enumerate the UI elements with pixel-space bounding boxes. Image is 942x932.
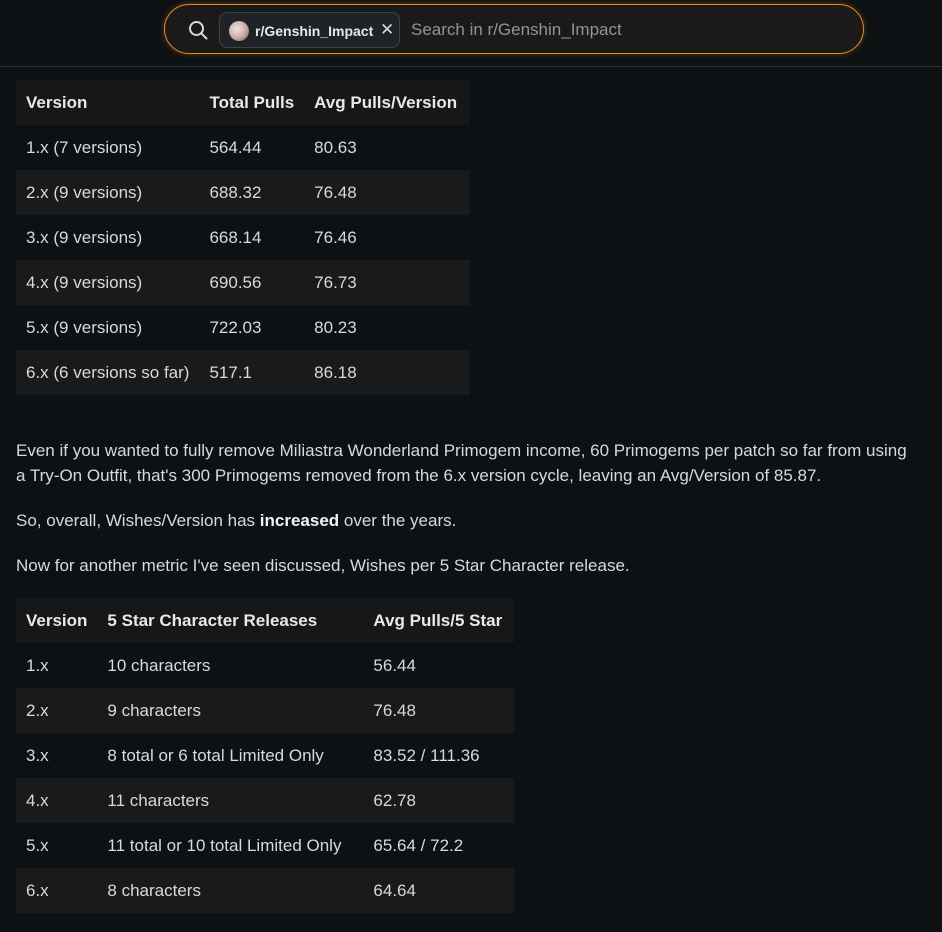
table-cell: 76.48 [373,700,416,720]
pulls-per-version-table: Version Total Pulls Avg Pulls/Version 1.… [16,80,471,395]
subreddit-avatar [229,21,249,41]
table-row: 3.x 8 total or 6 total Limited Only 83.5… [16,733,514,778]
table-cell: 4.x (9 versions) [26,272,143,292]
table-cell: 3.x [26,745,49,765]
table-cell: 10 characters [107,655,211,675]
table-cell: 6.x [26,880,49,900]
table-cell: 80.23 [314,317,357,337]
table-cell: 2.x [26,700,49,720]
table-cell: 2.x (9 versions) [26,182,143,202]
table-cell: 6.x (6 versions so far) [26,362,190,382]
pulls-per-five-star-table: Version 5 Star Character Releases Avg Pu… [16,598,515,913]
table-row: 4.x (9 versions) 690.56 76.73 [16,260,471,305]
table-row: 2.x 9 characters 76.48 [16,688,515,733]
top-bar: r/Genshin_Impact ✕ [0,0,942,67]
column-header: 5 Star Character Releases [107,610,318,630]
paragraph-text: over the years. [339,511,457,530]
table-header-row: Version Total Pulls Avg Pulls/Version [16,80,471,125]
table-cell: 5.x [26,835,49,855]
table-cell: 80.63 [314,137,357,157]
table-cell: 64.64 [373,880,416,900]
table-cell: 5.x (9 versions) [26,317,143,337]
search-icon[interactable] [187,19,209,41]
column-header: Avg Pulls/5 Star [373,610,503,630]
table-cell: 83.52 / 111.36 [373,745,480,765]
table-row: 2.x (9 versions) 688.32 76.48 [16,170,471,215]
table-row: 1.x (7 versions) 564.44 80.63 [16,125,470,170]
table-cell: 76.73 [314,272,357,292]
table-cell: 722.03 [209,317,262,337]
subreddit-chip[interactable]: r/Genshin_Impact ✕ [219,12,400,48]
table-row: 6.x 8 characters 64.64 [16,868,515,913]
table-cell: 76.48 [314,182,357,202]
column-header: Version [26,92,88,112]
table-cell: 8 characters [107,880,201,900]
table-row: 6.x (6 versions so far) 517.1 86.18 [16,350,471,395]
table-cell: 3.x (9 versions) [26,227,143,247]
table-cell: 86.18 [314,362,357,382]
paragraph: So, overall, Wishes/Version has increase… [16,508,916,533]
table-cell: 564.44 [209,137,262,157]
table-cell: 690.56 [209,272,262,292]
table-cell: 11 total or 10 total Limited Only [107,835,342,855]
table-cell: 4.x [26,790,49,810]
column-header: Total Pulls [209,92,295,112]
table-cell: 1.x [26,655,49,675]
table-cell: 517.1 [209,362,252,382]
table-cell: 62.78 [373,790,416,810]
paragraph: Even if you wanted to fully remove Milia… [16,441,907,485]
table-header-row: Version 5 Star Character Releases Avg Pu… [16,598,515,643]
column-header: Avg Pulls/Version [314,92,458,112]
table-row: 5.x (9 versions) 722.03 80.23 [16,305,470,350]
post-content: Version Total Pulls Avg Pulls/Version 1.… [16,80,916,913]
table-cell: 688.32 [209,182,262,202]
table-cell: 76.46 [314,227,357,247]
paragraph: Now for another metric I've seen discuss… [16,556,630,575]
table-cell: 1.x (7 versions) [26,137,143,157]
search-bar[interactable]: r/Genshin_Impact ✕ [164,4,864,54]
table-row: 5.x 11 total or 10 total Limited Only 65… [16,823,514,868]
table-cell: 65.64 / 72.2 [373,835,464,855]
bold-text: increased [259,511,340,530]
table-row: 3.x (9 versions) 668.14 76.46 [16,215,470,260]
close-icon[interactable]: ✕ [380,20,394,40]
table-cell: 56.44 [373,655,416,675]
table-cell: 8 total or 6 total Limited Only [107,745,324,765]
paragraph-text: So, overall, Wishes/Version has [16,511,260,530]
subreddit-chip-label: r/Genshin_Impact [255,23,374,39]
column-header: Version [26,610,88,630]
table-cell: 9 characters [107,700,201,720]
table-cell: 668.14 [209,227,262,247]
search-input[interactable] [409,16,843,44]
table-row: 1.x 10 characters 56.44 [16,643,514,688]
table-cell: 11 characters [107,790,210,810]
table-row: 4.x 11 characters 62.78 [16,778,515,823]
